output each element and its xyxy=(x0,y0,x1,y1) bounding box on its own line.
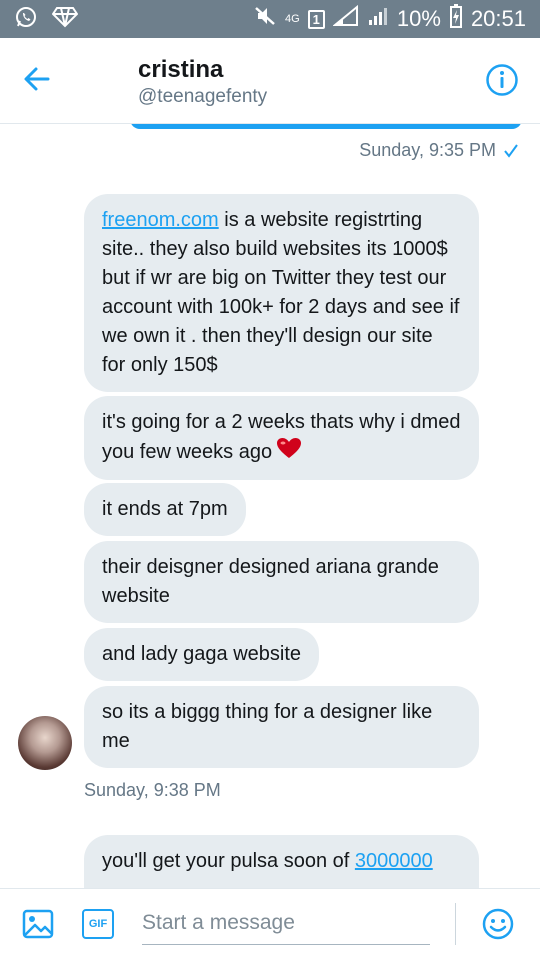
back-arrow-icon xyxy=(24,67,50,91)
message-text: you'll get your pulsa soon of xyxy=(102,850,355,872)
received-message[interactable]: you'll get your pulsa soon of 3000000 xyxy=(84,835,479,888)
sent-timestamp-text: Sunday, 9:35 PM xyxy=(359,140,496,160)
received-message[interactable]: freenom.com is a website registrting sit… xyxy=(84,194,479,392)
battery-level: 10% xyxy=(396,6,441,31)
message-text: and lady gaga website xyxy=(102,643,302,665)
received-message[interactable]: their deisgner designed ariana grande we… xyxy=(84,541,479,623)
back-button[interactable] xyxy=(22,64,62,100)
signal-icon xyxy=(332,4,359,33)
add-image-button[interactable] xyxy=(22,908,54,940)
image-icon xyxy=(22,909,54,939)
info-icon xyxy=(486,64,518,96)
message-text: it ends at 7pm xyxy=(102,498,228,520)
status-bar: 4G 1 10% 20:51 xyxy=(0,0,540,38)
message-list[interactable]: Sunday, 9:35 PM freenom.com is a website… xyxy=(0,124,540,888)
whatsapp-icon xyxy=(14,5,38,34)
received-timestamp: Sunday, 9:38 PM xyxy=(84,780,221,800)
gif-button[interactable]: GIF xyxy=(82,909,114,939)
received-message[interactable]: and lady gaga website xyxy=(84,628,320,681)
message-text: their deisgner designed ariana grande we… xyxy=(102,556,439,607)
divider xyxy=(455,903,456,945)
sent-message-bubble[interactable] xyxy=(130,124,522,129)
message-text: is a website registrting site.. they als… xyxy=(102,209,460,376)
sent-timestamp: Sunday, 9:35 PM xyxy=(359,140,518,161)
message-link[interactable]: 3000000 xyxy=(355,850,433,872)
network-type: 4G xyxy=(284,12,300,25)
emoji-button[interactable] xyxy=(482,908,514,940)
sim-indicator: 1 xyxy=(307,9,325,29)
contact-name[interactable]: cristina xyxy=(138,56,223,84)
mute-icon xyxy=(253,5,277,33)
smiley-icon xyxy=(482,908,514,940)
contact-handle[interactable]: @teenagefenty xyxy=(138,86,267,108)
message-input[interactable] xyxy=(142,901,430,945)
message-composer: GIF xyxy=(0,888,540,960)
signal-icon-2 xyxy=(367,5,389,33)
avatar[interactable] xyxy=(18,716,72,770)
checkmark-icon xyxy=(504,143,518,158)
received-message[interactable]: it ends at 7pm xyxy=(84,483,246,536)
message-text: so its a biggg thing for a designer like… xyxy=(102,701,433,752)
conversation-header: cristina @teenagefenty xyxy=(0,38,540,124)
message-link[interactable]: freenom.com xyxy=(102,209,219,231)
received-message[interactable]: it's going for a 2 weeks thats why i dme… xyxy=(84,396,479,480)
battery-charging-icon xyxy=(449,4,463,34)
diamond-icon xyxy=(51,6,79,33)
info-button[interactable] xyxy=(485,63,521,99)
received-message[interactable]: so its a biggg thing for a designer like… xyxy=(84,686,479,768)
heart-emoji-icon xyxy=(276,437,302,468)
clock: 20:51 xyxy=(470,6,526,31)
